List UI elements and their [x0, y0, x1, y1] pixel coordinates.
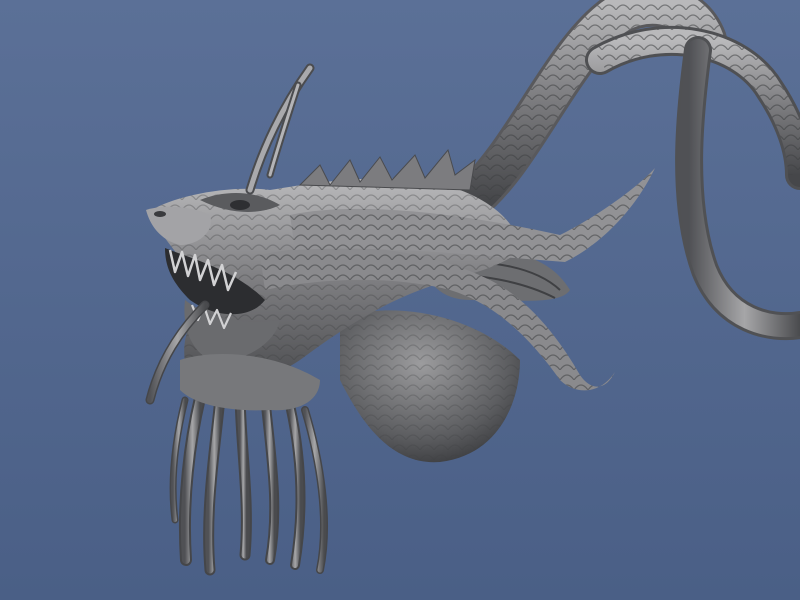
render-viewport	[0, 0, 800, 600]
dragon-render	[0, 0, 800, 600]
